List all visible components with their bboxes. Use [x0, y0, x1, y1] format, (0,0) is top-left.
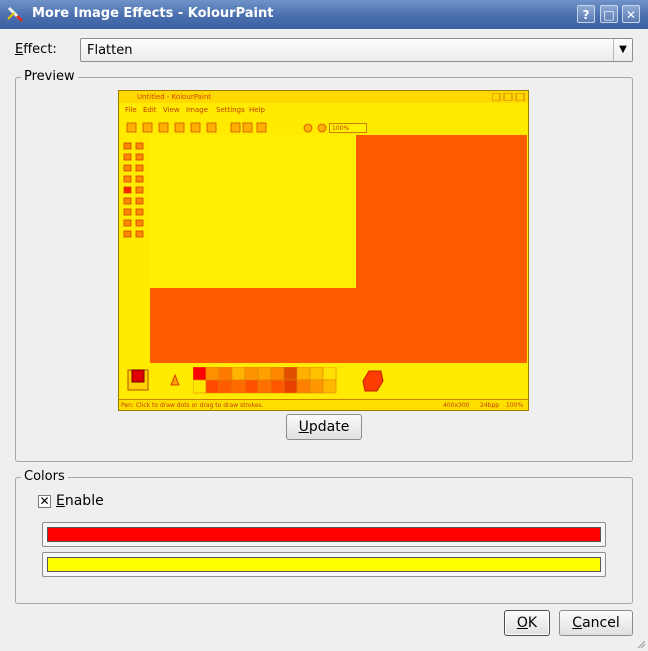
dialog-window: More Image Effects - KolourPaint ? □ ✕ E… [0, 0, 648, 651]
preview-thumb-menubar: File Edit View Image Settings Help [119, 106, 528, 116]
preview-thumb-statusbar: Pen: Click to draw dots or drag to draw … [119, 399, 528, 410]
colors-group-title: Colors [21, 469, 68, 484]
color2-swatch [47, 557, 601, 572]
preview-thumb-menu-file: File [125, 106, 137, 114]
preview-thumb-palette [193, 367, 337, 394]
update-button[interactable]: Update [286, 414, 362, 440]
title-bar[interactable]: More Image Effects - KolourPaint ? □ ✕ [0, 0, 648, 29]
color2-button[interactable] [42, 552, 606, 577]
preview-thumb-menu-edit: Edit [143, 106, 157, 114]
close-button[interactable]: ✕ [622, 5, 640, 23]
ok-button-mnemonic: O [516, 615, 528, 631]
preview-thumb-status-depth: 24bpp [480, 402, 500, 409]
effect-select-value: Flatten [87, 43, 133, 58]
effect-label-mnemonic: E [15, 42, 24, 57]
window-title: More Image Effects - KolourPaint [32, 6, 274, 21]
effect-select[interactable]: Flatten ▼ [80, 38, 633, 62]
update-button-mnemonic: U [298, 419, 309, 435]
preview-thumb-titlebar: Untitled - KolourPaint [119, 91, 528, 103]
color1-swatch [47, 527, 601, 542]
preview-thumb-status-zoom: 100% [506, 402, 524, 409]
cancel-button-mnemonic: C [572, 615, 583, 631]
chevron-down-icon[interactable]: ▼ [613, 39, 632, 61]
preview-thumb-toolbar [126, 122, 327, 133]
preview-thumb-title: Untitled - KolourPaint [137, 93, 212, 101]
color1-button[interactable] [42, 522, 606, 547]
preview-thumb-menu-view: View [163, 106, 180, 114]
effect-label-text: ffect: [23, 42, 57, 57]
enable-label[interactable]: Enable [56, 493, 104, 509]
enable-checkbox[interactable]: ✕ [38, 495, 51, 508]
preview-thumb-color-well [127, 369, 180, 391]
preview-thumb-toolbox [123, 142, 144, 238]
update-button-label: pdate [308, 419, 350, 435]
kolourpaint-app-icon[interactable] [6, 5, 24, 23]
preview-thumb-zoom: 100% [329, 123, 367, 133]
maximize-button[interactable]: □ [600, 5, 618, 23]
preview-thumb-menu-settings: Settings [216, 106, 245, 114]
help-button[interactable]: ? [577, 5, 595, 23]
ok-button[interactable]: OK [504, 610, 550, 636]
effect-label: Effect: [15, 42, 57, 57]
preview-thumb-status-text: Pen: Click to draw dots or drag to draw … [121, 402, 264, 409]
preview-image: Untitled - KolourPaint File Edit View Im… [118, 90, 529, 411]
preview-thumb-status-size: 400x300 [443, 402, 470, 409]
cancel-button[interactable]: Cancel [559, 610, 633, 636]
cancel-button-label: ancel [582, 615, 620, 631]
preview-thumb-menu-help: Help [249, 106, 265, 114]
preview-group-title: Preview [21, 69, 78, 84]
enable-label-mnemonic: E [56, 493, 65, 509]
ok-button-label: K [527, 615, 538, 631]
enable-label-text: nable [64, 493, 104, 509]
preview-thumb-canvas [150, 135, 356, 288]
preview-thumb-fill-icon [362, 370, 384, 392]
preview-thumb-window-buttons [492, 93, 525, 101]
preview-thumb-menu-image: Image [186, 106, 208, 114]
resize-grip-icon[interactable] [636, 639, 646, 649]
